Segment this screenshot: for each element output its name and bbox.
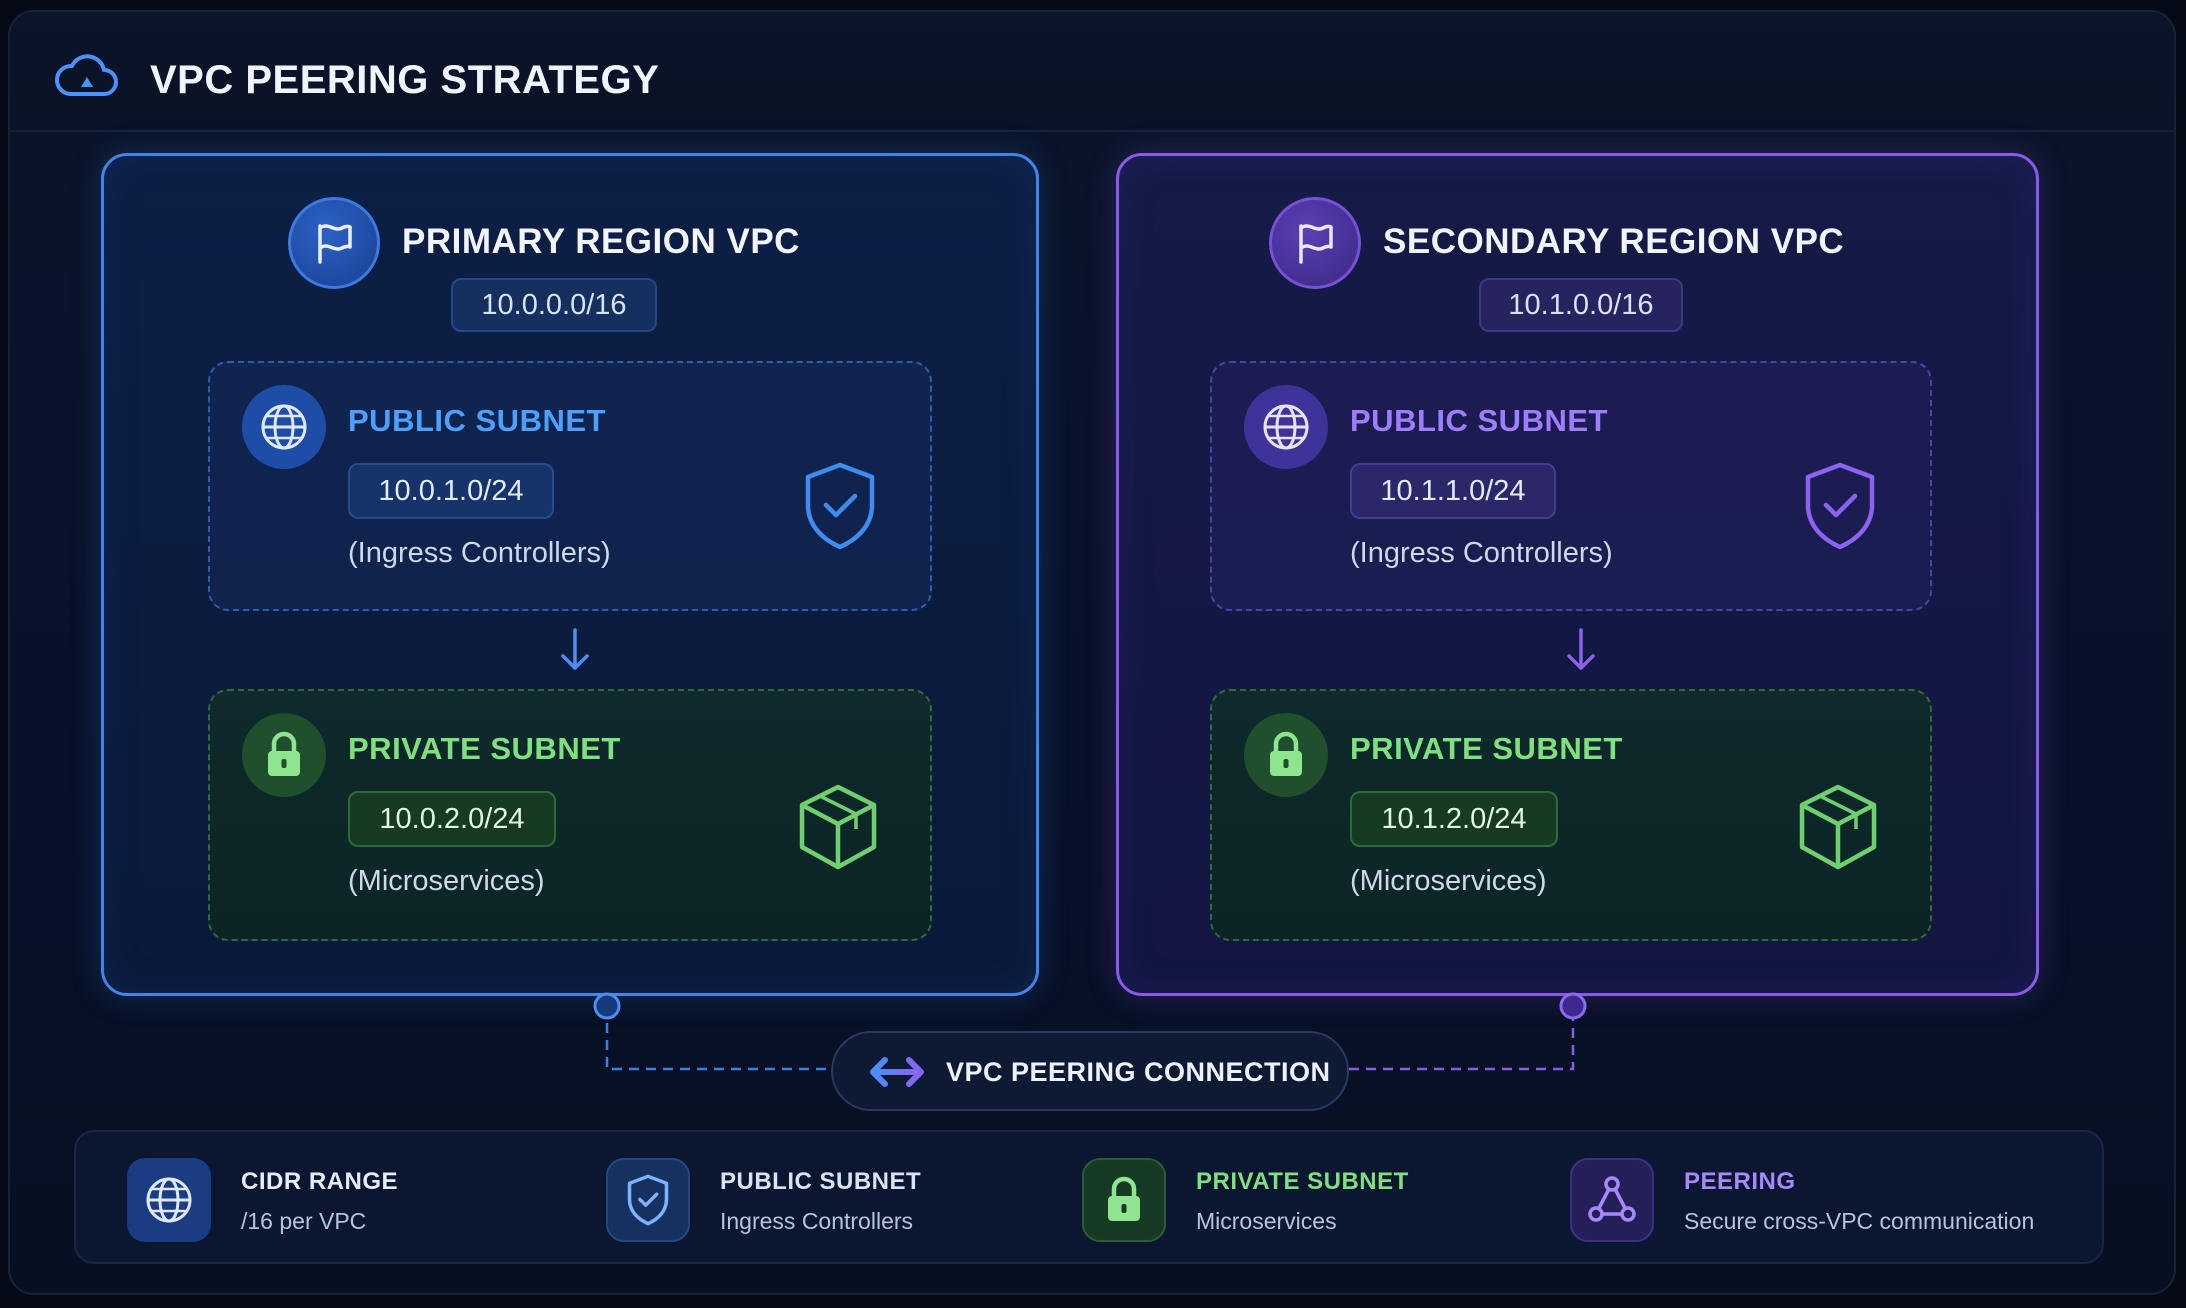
public-subnet-title: PUBLIC SUBNET <box>348 403 606 438</box>
legend-title: CIDR RANGE <box>241 1168 399 1195</box>
cube-icon <box>799 784 877 870</box>
legend: CIDR RANGE /16 per VPC PUBLIC SUBNET Ing… <box>74 1130 2104 1264</box>
secondary-vpc: SECONDARY REGION VPC 10.1.0.0/16 PUBLIC … <box>1116 153 2039 996</box>
legend-title: PEERING <box>1684 1168 1796 1195</box>
legend-item-public-subnet: PUBLIC SUBNET Ingress Controllers <box>606 1154 1026 1244</box>
legend-item-peering: PEERING Secure cross-VPC communication <box>1570 1154 2090 1244</box>
public-subnet-cidr: 10.1.1.0/24 <box>1350 463 1556 519</box>
header: VPC PEERING STRATEGY <box>10 12 2174 132</box>
legend-subtitle: /16 per VPC <box>241 1208 367 1234</box>
legend-title: PRIVATE SUBNET <box>1196 1168 1409 1195</box>
private-subnet-title: PRIVATE SUBNET <box>348 731 621 766</box>
shield-check-icon <box>1805 462 1875 550</box>
globe-icon <box>1244 385 1328 469</box>
lock-icon <box>1082 1158 1166 1242</box>
cube-icon <box>1799 784 1877 870</box>
public-subnet-title: PUBLIC SUBNET <box>1350 403 1608 438</box>
bidirectional-arrow-icon <box>870 1057 924 1087</box>
private-subnet-cidr: 10.0.2.0/24 <box>348 791 556 847</box>
private-subnet-title: PRIVATE SUBNET <box>1350 731 1623 766</box>
public-subnet-desc: (Ingress Controllers) <box>348 537 611 569</box>
secondary-vpc-cidr: 10.1.0.0/16 <box>1479 278 1683 332</box>
cloud-icon <box>54 54 118 96</box>
legend-subtitle: Microservices <box>1196 1208 1337 1234</box>
lock-icon <box>242 713 326 797</box>
primary-vpc: PRIMARY REGION VPC 10.0.0.0/16 PUBLIC SU… <box>101 153 1039 996</box>
legend-subtitle: Secure cross-VPC communication <box>1684 1208 2035 1234</box>
private-subnet-cidr: 10.1.2.0/24 <box>1350 791 1558 847</box>
legend-title: PUBLIC SUBNET <box>720 1168 922 1195</box>
primary-private-subnet: PRIVATE SUBNET 10.0.2.0/24 (Microservice… <box>208 689 932 941</box>
globe-icon <box>242 385 326 469</box>
page-title: VPC PEERING STRATEGY <box>150 58 660 102</box>
secondary-public-subnet: PUBLIC SUBNET 10.1.1.0/24 (Ingress Contr… <box>1210 361 1932 611</box>
public-subnet-desc: (Ingress Controllers) <box>1350 537 1613 569</box>
primary-vpc-cidr: 10.0.0.0/16 <box>451 278 657 332</box>
private-subnet-desc: (Microservices) <box>1350 865 1547 897</box>
network-icon <box>1570 1158 1654 1242</box>
legend-item-private-subnet: PRIVATE SUBNET Microservices <box>1082 1154 1502 1244</box>
peering-connection-label: VPC PEERING CONNECTION <box>946 1057 1331 1087</box>
shield-icon <box>606 1158 690 1242</box>
flag-icon <box>288 197 380 289</box>
public-subnet-cidr: 10.0.1.0/24 <box>348 463 554 519</box>
arrow-down-icon <box>1567 628 1595 670</box>
shield-check-icon <box>805 462 875 550</box>
flag-icon <box>1269 197 1361 289</box>
lock-icon <box>1244 713 1328 797</box>
legend-subtitle: Ingress Controllers <box>720 1208 914 1234</box>
arrow-down-icon <box>561 628 589 670</box>
primary-vpc-title: PRIMARY REGION VPC <box>402 222 800 261</box>
secondary-vpc-title: SECONDARY REGION VPC <box>1383 222 1845 261</box>
private-subnet-desc: (Microservices) <box>348 865 545 897</box>
primary-public-subnet: PUBLIC SUBNET 10.0.1.0/24 (Ingress Contr… <box>208 361 932 611</box>
secondary-private-subnet: PRIVATE SUBNET 10.1.2.0/24 (Microservice… <box>1210 689 1932 941</box>
peering-connection-pill: VPC PEERING CONNECTION <box>831 1031 1349 1111</box>
globe-icon <box>127 1158 211 1242</box>
legend-item-cidr: CIDR RANGE /16 per VPC <box>127 1154 547 1244</box>
